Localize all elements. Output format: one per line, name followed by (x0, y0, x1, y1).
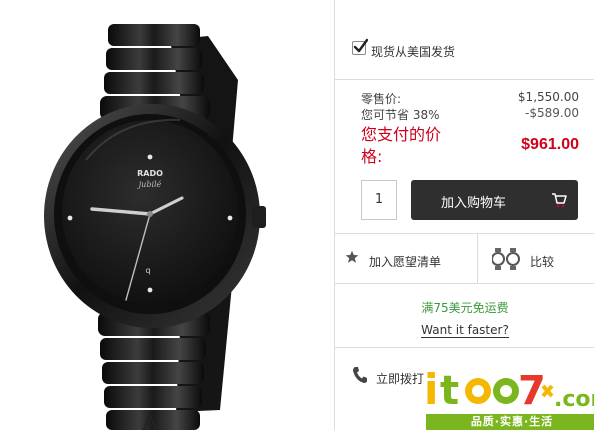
cart-icon (552, 193, 567, 208)
compare-button[interactable]: 比较 (478, 234, 594, 284)
savings-label: 您可节省 38% (361, 108, 440, 122)
svg-text:t: t (440, 368, 459, 414)
star-icon (345, 250, 359, 263)
call-now-label[interactable]: 立即拨打 (376, 370, 424, 387)
quantity-input[interactable]: 1 (361, 180, 397, 220)
watch-pair-icon (492, 248, 520, 270)
add-to-wishlist-button[interactable]: 加入愿望清单 (335, 234, 478, 284)
your-price-label: 您支付的价格: (361, 125, 442, 166)
shipping-info-section: 满75美元免运费 Want it faster? (335, 284, 594, 348)
svg-text:i: i (424, 365, 438, 414)
actions-section: 加入愿望清单 比较 (335, 234, 594, 284)
svg-text:7: 7 (518, 368, 546, 414)
ship-from-us-checkbox[interactable] (352, 38, 368, 55)
ship-from-us-label: 现货从美国发货 (371, 45, 456, 59)
wishlist-label: 加入愿望清单 (369, 255, 442, 269)
checkmark-icon (353, 38, 368, 53)
watermark-logo: i t 7 .com 品质·实惠·生活 (418, 356, 594, 430)
faster-shipping-link[interactable]: Want it faster? (335, 323, 594, 338)
svg-text:A: A (141, 411, 159, 430)
product-image: RADO jubilé q A (0, 0, 320, 430)
svg-text:.com: .com (554, 387, 594, 412)
brand-logo: RADO (137, 169, 163, 178)
retail-price-label: 零售价: (361, 92, 402, 106)
compare-label: 比较 (530, 255, 555, 269)
svg-text:q: q (145, 266, 150, 275)
shipping-section: 现货从美国发货 (335, 0, 594, 80)
your-price-value: $961.00 (521, 136, 579, 153)
watermark-tagline: 品质·实惠·生活 (426, 414, 594, 430)
phone-icon[interactable] (352, 366, 368, 384)
watermark-graphic: i t 7 .com (424, 365, 594, 414)
add-to-cart-button[interactable]: 加入购物车 (411, 180, 578, 220)
watch-illustration: RADO jubilé q A (44, 24, 266, 430)
savings-value: -$589.00 (525, 106, 579, 120)
add-to-cart-label: 加入购物车 (440, 196, 506, 211)
retail-price-value: $1,550.00 (517, 90, 579, 104)
free-shipping-note: 满75美元免运费 (421, 301, 509, 315)
pricing-section: 零售价: $1,550.00 您可节省 38% -$589.00 您支付的价格:… (335, 80, 594, 234)
model-name: jubilé (137, 180, 162, 189)
